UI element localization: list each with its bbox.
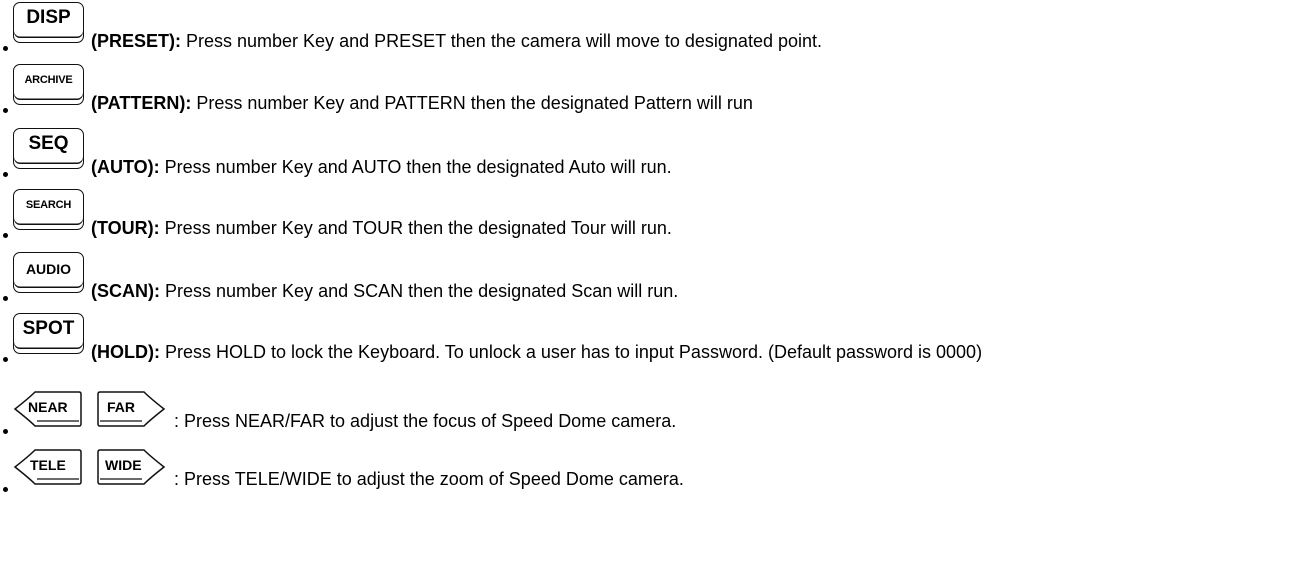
bullet <box>3 233 8 238</box>
list-item-tour: SEARCH (TOUR): Press number Key and TOUR… <box>0 187 1311 247</box>
item-name: (PATTERN): <box>91 93 192 113</box>
item-description: Press number Key and TOUR then the desig… <box>159 218 672 238</box>
key-label: AUDIO <box>25 261 72 277</box>
seq-key-icon: SEQ <box>13 128 84 169</box>
list-item-auto: SEQ (AUTO): Press number Key and AUTO th… <box>0 126 1311 186</box>
item-text: (SCAN): Press number Key and SCAN then t… <box>91 280 678 302</box>
item-description: Press HOLD to lock the Keyboard. To unlo… <box>159 342 983 362</box>
key-label: NEAR <box>28 399 68 415</box>
key-label: TELE <box>30 457 66 473</box>
key-label: WIDE <box>105 457 142 473</box>
bullet <box>3 357 8 362</box>
key-label: ARCHIVE <box>24 74 73 86</box>
far-key-icon: FAR <box>96 390 166 428</box>
item-name: (PRESET): <box>91 31 181 51</box>
list-item-scan: AUDIO (SCAN): Press number Key and SCAN … <box>0 250 1311 310</box>
item-name: (AUTO): <box>91 157 160 177</box>
key-label: SPOT <box>22 318 75 339</box>
item-description: : Press TELE/WIDE to adjust the zoom of … <box>174 469 684 489</box>
item-description: : Press NEAR/FAR to adjust the focus of … <box>174 411 677 431</box>
item-name: (TOUR): <box>91 218 160 238</box>
archive-key-icon: ARCHIVE <box>13 64 84 105</box>
list-item-preset: DISP (PRESET): Press number Key and PRES… <box>0 0 1311 60</box>
disp-key-icon: DISP <box>13 2 84 43</box>
bullet <box>3 487 8 492</box>
bullet <box>3 108 8 113</box>
tele-key-icon: TELE <box>13 448 83 486</box>
item-name: (SCAN): <box>91 281 160 301</box>
spot-key-icon: SPOT <box>13 313 84 354</box>
bullet <box>3 296 8 301</box>
key-label: DISP <box>26 7 71 28</box>
near-key-icon: NEAR <box>13 390 83 428</box>
list-item-focus: NEAR FAR : Press NEAR/FAR to adjust the … <box>0 390 1311 440</box>
bullet <box>3 172 8 177</box>
list-item-hold: SPOT (HOLD): Press HOLD to lock the Keyb… <box>0 311 1311 371</box>
list-item-pattern: ARCHIVE (PATTERN): Press number Key and … <box>0 62 1311 122</box>
wide-key-icon: WIDE <box>96 448 166 486</box>
search-key-icon: SEARCH <box>13 189 84 230</box>
item-text: (AUTO): Press number Key and AUTO then t… <box>91 156 672 178</box>
item-name: (HOLD): <box>91 342 160 362</box>
item-text: (TOUR): Press number Key and TOUR then t… <box>91 217 672 239</box>
item-description: Press number Key and PRESET then the cam… <box>181 31 823 51</box>
key-label: SEARCH <box>25 199 72 211</box>
bullet <box>3 429 8 434</box>
key-label: SEQ <box>28 133 69 154</box>
item-description: Press number Key and AUTO then the desig… <box>159 157 672 177</box>
list-item-zoom: TELE WIDE : Press TELE/WIDE to adjust th… <box>0 448 1311 498</box>
item-description: Press number Key and PATTERN then the de… <box>191 93 753 113</box>
audio-key-icon: AUDIO <box>13 252 84 293</box>
item-text: (HOLD): Press HOLD to lock the Keyboard.… <box>91 341 982 363</box>
item-text: (PRESET): Press number Key and PRESET th… <box>91 30 822 52</box>
item-text: (PATTERN): Press number Key and PATTERN … <box>91 92 753 114</box>
key-label: FAR <box>107 399 135 415</box>
bullet <box>3 46 8 51</box>
item-description: Press number Key and SCAN then the desig… <box>160 281 679 301</box>
